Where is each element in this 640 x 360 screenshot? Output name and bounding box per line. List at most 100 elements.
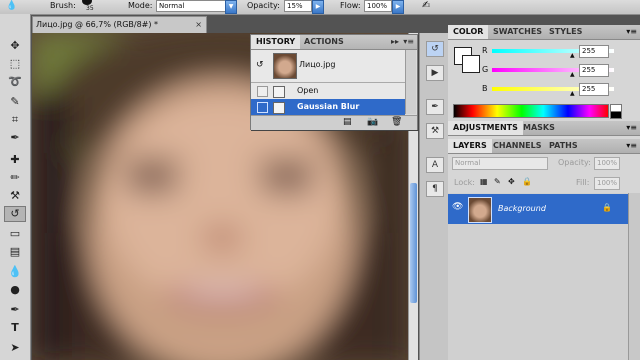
actions-panel-icon[interactable]: ▶: [426, 65, 444, 81]
mode-select[interactable]: Normal: [156, 0, 226, 12]
blue-value[interactable]: 255: [579, 83, 609, 96]
snapshot-row[interactable]: ↺ Лицо.jpg: [251, 50, 405, 83]
healing-icon[interactable]: ✚: [4, 152, 26, 168]
opacity-field[interactable]: 15%: [284, 0, 312, 12]
history-list: ↺ Лицо.jpg Open Gaussian Blur: [251, 50, 405, 115]
panel-menu-icon[interactable]: ▾≡: [626, 141, 637, 150]
spectrum-black-swatch[interactable]: [610, 111, 622, 119]
layer-lock-icon: 🔒: [602, 203, 612, 212]
layer-row-background[interactable]: 👁 Background 🔒: [448, 194, 640, 224]
tab-paths[interactable]: PATHS: [544, 139, 583, 153]
flow-label: Flow:: [340, 1, 361, 10]
lock-transparency-icon[interactable]: ▦: [480, 177, 488, 186]
layer-fill-field[interactable]: 100%: [594, 177, 620, 190]
tab-channels[interactable]: CHANNELS: [488, 139, 546, 153]
layer-name: Background: [498, 204, 546, 213]
layers-scrollbar[interactable]: [628, 193, 640, 360]
tab-layers[interactable]: LAYERS: [448, 139, 492, 153]
new-document-from-state-icon[interactable]: ▤: [343, 117, 352, 127]
eraser-icon[interactable]: ▭: [4, 226, 26, 242]
airbrush-icon[interactable]: ✍: [422, 0, 430, 11]
quick-select-icon[interactable]: ✎: [4, 94, 26, 110]
blur-icon[interactable]: 💧: [4, 264, 26, 280]
red-channel-label: R: [482, 46, 488, 55]
tab-history[interactable]: HISTORY: [251, 35, 301, 49]
paragraph-panel-icon[interactable]: ¶: [426, 181, 444, 197]
scrollbar-thumb[interactable]: [410, 183, 417, 303]
dodge-icon[interactable]: ●: [4, 282, 26, 298]
history-source-checkbox[interactable]: [257, 86, 268, 97]
red-slider-handle[interactable]: ▲: [570, 52, 575, 59]
history-scrollbar[interactable]: [405, 50, 416, 114]
tab-masks[interactable]: MASKS: [518, 121, 560, 135]
pen-icon[interactable]: ✒: [4, 302, 26, 318]
trash-icon[interactable]: 🗑: [391, 117, 402, 127]
snapshot-thumbnail: [273, 53, 297, 79]
tab-actions[interactable]: ACTIONS: [299, 35, 349, 49]
history-state-gaussian-blur[interactable]: Gaussian Blur: [251, 99, 405, 115]
clone-source-icon[interactable]: ⚒: [426, 123, 444, 139]
history-source-checkbox[interactable]: [257, 102, 268, 113]
history-state-label: Gaussian Blur: [297, 102, 360, 111]
flow-dropdown-icon[interactable]: ▶: [392, 0, 404, 14]
move-icon[interactable]: ✥: [4, 38, 26, 54]
right-panels: COLOR SWATCHES STYLES ▾≡ R ▲ 255 G ▲ 255…: [448, 25, 640, 360]
layer-fill-label: Fill:: [576, 178, 590, 187]
flow-field[interactable]: 100%: [364, 0, 392, 12]
type-icon[interactable]: T: [4, 320, 26, 336]
history-state-label: Open: [297, 86, 319, 95]
green-slider-handle[interactable]: ▲: [570, 71, 575, 78]
red-value[interactable]: 255: [579, 45, 609, 58]
panel-dock-strip: ↺ ▶ ✒ ⚒ A ¶: [419, 33, 449, 360]
tab-adjustments[interactable]: ADJUSTMENTS: [448, 121, 523, 135]
history-brush-icon[interactable]: ↺: [4, 206, 26, 222]
collapse-icon[interactable]: ▸▸: [391, 37, 399, 46]
layer-opacity-field[interactable]: 100%: [594, 157, 620, 170]
blur-tool-preset-icon[interactable]: 💧: [6, 1, 17, 11]
history-brush-source-icon[interactable]: ↺: [256, 60, 264, 70]
blue-slider-handle[interactable]: ▲: [570, 90, 575, 97]
mode-label: Mode:: [128, 1, 153, 10]
lock-all-icon[interactable]: 🔒: [522, 177, 532, 186]
layer-lock-label: Lock:: [454, 178, 475, 187]
panel-menu-icon[interactable]: ▾≡: [403, 37, 414, 46]
tab-swatches[interactable]: SWATCHES: [488, 25, 547, 39]
document-tab[interactable]: Лицо.jpg @ 66,7% (RGB/8#) * ×: [32, 16, 207, 33]
character-panel-icon[interactable]: A: [426, 157, 444, 173]
adjustments-panel-tabs: ADJUSTMENTS MASKS ▾≡: [448, 121, 640, 136]
filter-icon: [273, 102, 285, 114]
options-bar: 💧 Brush: 35 Mode: Normal ▼ Opacity: 15% …: [0, 0, 640, 15]
eye-icon[interactable]: 👁: [452, 202, 463, 212]
background-color-swatch[interactable]: [462, 55, 480, 73]
lock-image-icon[interactable]: ✎: [494, 177, 501, 186]
document-title: Лицо.jpg @ 66,7% (RGB/8#) *: [36, 20, 159, 29]
history-state-open[interactable]: Open: [251, 83, 405, 99]
brushes-panel-icon[interactable]: ✒: [426, 99, 444, 115]
layer-opacity-label: Opacity:: [558, 158, 591, 167]
tab-color[interactable]: COLOR: [448, 25, 489, 39]
lasso-icon[interactable]: ➰: [4, 74, 26, 90]
crop-icon[interactable]: ⌗: [4, 112, 26, 128]
new-snapshot-icon[interactable]: 📷: [367, 117, 378, 127]
green-value[interactable]: 255: [579, 64, 609, 77]
color-spectrum-bar[interactable]: [453, 104, 609, 118]
panel-menu-icon[interactable]: ▾≡: [626, 27, 637, 36]
document-icon: [273, 86, 285, 98]
opacity-dropdown-icon[interactable]: ▶: [312, 0, 324, 14]
brush-icon[interactable]: ✏: [4, 170, 26, 186]
snapshot-name: Лицо.jpg: [299, 60, 336, 69]
history-panel-icon[interactable]: ↺: [426, 41, 444, 57]
clone-stamp-icon[interactable]: ⚒: [4, 188, 26, 204]
gradient-icon[interactable]: ▤: [4, 244, 26, 260]
path-select-icon[interactable]: ➤: [4, 340, 26, 356]
panel-menu-icon[interactable]: ▾≡: [626, 123, 637, 132]
eyedropper-icon[interactable]: ✒: [4, 130, 26, 146]
marquee-icon[interactable]: ⬚: [4, 56, 26, 72]
lock-position-icon[interactable]: ✥: [508, 177, 515, 186]
tab-styles[interactable]: STYLES: [544, 25, 587, 39]
history-footer: ▤ 📷 🗑: [251, 115, 417, 130]
mode-dropdown-icon[interactable]: ▼: [225, 0, 237, 14]
close-icon[interactable]: ×: [195, 17, 202, 33]
blend-mode-select[interactable]: Normal: [452, 157, 548, 170]
blue-channel-label: B: [482, 84, 488, 93]
